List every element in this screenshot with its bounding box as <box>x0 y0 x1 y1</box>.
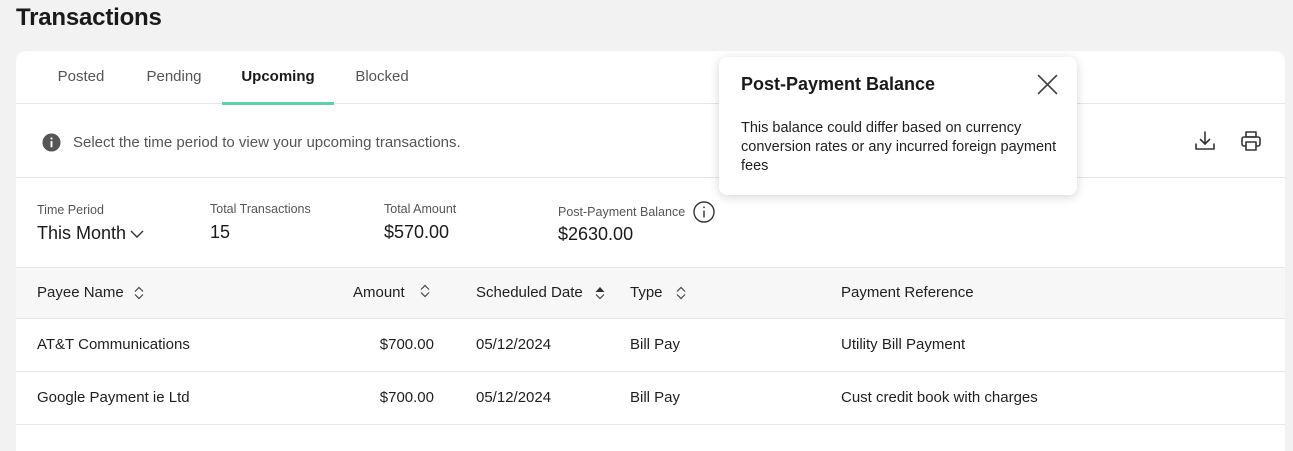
popover-body: This balance could differ based on curre… <box>741 120 1057 174</box>
total-amount-label: Total Amount <box>384 202 457 216</box>
info-icon <box>42 133 61 152</box>
print-icon[interactable] <box>1239 129 1263 153</box>
tab-blocked[interactable]: Blocked <box>346 51 418 104</box>
sort-icon[interactable] <box>419 284 431 298</box>
column-payment-reference: Payment Reference <box>841 284 974 301</box>
column-amount[interactable]: Amount <box>353 268 405 319</box>
column-scheduled-date[interactable]: Scheduled Date <box>476 268 583 319</box>
table-header: Payee Name Amount Scheduled Date Type Pa… <box>16 268 1285 319</box>
payee-name-cell: Google Payment ie Ltd <box>37 389 190 406</box>
close-icon[interactable] <box>1037 74 1058 95</box>
info-outline-icon[interactable] <box>693 201 715 223</box>
download-icon[interactable] <box>1193 129 1217 153</box>
total-transactions-value: 15 <box>210 222 231 242</box>
amount-cell: $700.00 <box>379 389 434 406</box>
sort-icon[interactable] <box>133 286 145 300</box>
post-payment-balance-label: Post-Payment Balance <box>558 205 686 219</box>
info-message: Select the time period to view your upco… <box>73 134 461 151</box>
column-type[interactable]: Type <box>630 268 663 319</box>
chevron-down-icon[interactable] <box>130 229 144 239</box>
payee-name-cell: AT&T Communications <box>37 336 190 353</box>
scheduled-date-cell: 05/12/2024 <box>476 336 552 353</box>
amount-cell: $700.00 <box>379 336 434 353</box>
table-row[interactable]: Google Payment ie Ltd $700.00 05/12/2024… <box>16 372 1285 425</box>
payment-reference-cell: Utility Bill Payment <box>841 336 966 353</box>
transactions-card: Posted Pending Upcoming Blocked Select t… <box>16 51 1285 451</box>
sort-icon[interactable] <box>675 286 687 300</box>
total-amount-value: $570.00 <box>384 222 450 242</box>
tab-pending[interactable]: Pending <box>138 51 210 104</box>
total-transactions-label: Total Transactions <box>210 202 311 216</box>
tab-upcoming[interactable]: Upcoming <box>222 51 334 105</box>
post-payment-balance-popover: Post-Payment Balance This balance could … <box>719 57 1077 195</box>
popover-title: Post-Payment Balance <box>741 74 936 94</box>
sort-active-icon[interactable] <box>594 286 606 300</box>
column-payee-name[interactable]: Payee Name <box>37 268 124 319</box>
scheduled-date-cell: 05/12/2024 <box>476 389 552 406</box>
tab-bar: Posted Pending Upcoming Blocked <box>16 51 1285 105</box>
time-period-label: Time Period <box>37 203 104 217</box>
time-period-dropdown[interactable]: This Month <box>37 223 126 244</box>
table-row[interactable]: AT&T Communications $700.00 05/12/2024 B… <box>16 319 1285 372</box>
tab-posted[interactable]: Posted <box>46 51 116 104</box>
payment-reference-cell: Cust credit book with charges <box>841 389 1038 406</box>
post-payment-balance-value: $2630.00 <box>558 224 634 244</box>
type-cell: Bill Pay <box>630 336 681 353</box>
page-title: Transactions <box>16 4 162 31</box>
summary-section <box>16 178 1285 268</box>
type-cell: Bill Pay <box>630 389 681 406</box>
